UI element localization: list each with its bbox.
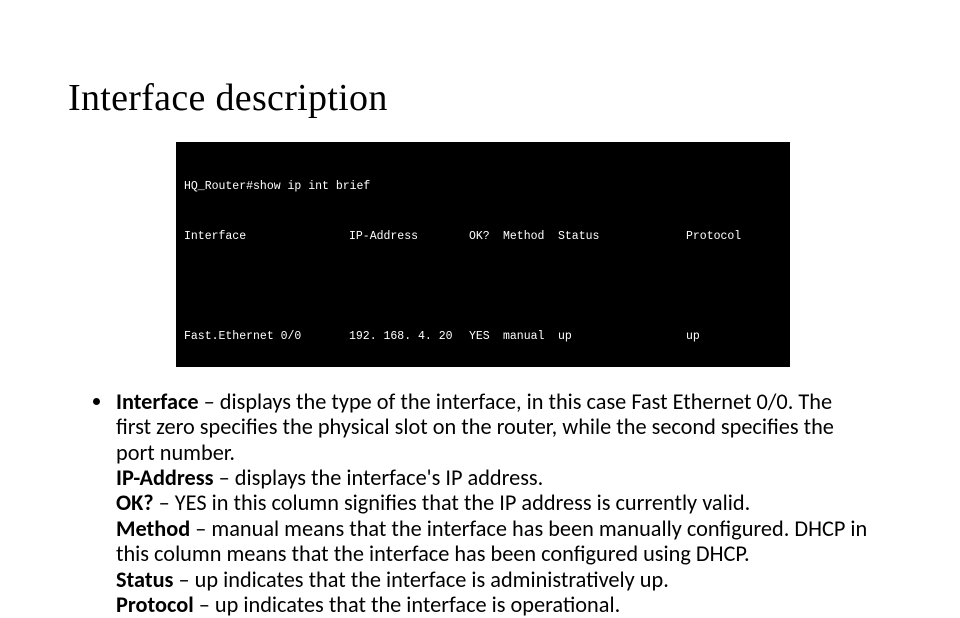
definition-line: Protocol – up indicates that the interfa… bbox=[116, 592, 872, 617]
definition-term: Method bbox=[116, 515, 190, 542]
definitions-block: Interface – displays the type of the int… bbox=[82, 389, 872, 618]
definition-line: Method – manual means that the interface… bbox=[116, 516, 872, 567]
definition-desc: – manual means that the interface has be… bbox=[116, 515, 867, 567]
cell-ip: 192. 168. 4. 20 bbox=[349, 329, 469, 346]
terminal-blank-line bbox=[184, 279, 782, 296]
col-ok: OK? bbox=[469, 229, 503, 246]
definition-line: Status – up indicates that the interface… bbox=[116, 567, 872, 592]
terminal-output: HQ_Router#show ip int brief Interface IP… bbox=[176, 142, 790, 367]
cell-status: up bbox=[558, 329, 686, 346]
cell-method: manual bbox=[503, 329, 558, 346]
definition-desc: – up indicates that the interface is ope… bbox=[194, 591, 621, 618]
definition-desc: – YES in this column signifies that the … bbox=[154, 489, 751, 516]
cell-protocol: up bbox=[686, 329, 782, 346]
definition-term: IP-Address bbox=[116, 464, 214, 491]
col-status: Status bbox=[558, 229, 686, 246]
terminal-command-line: HQ_Router#show ip int brief bbox=[184, 179, 782, 196]
cell-interface: Fast.Ethernet 0/0 bbox=[184, 329, 349, 346]
terminal-prompt: HQ_Router# bbox=[184, 180, 253, 193]
cell-ok: YES bbox=[469, 329, 503, 346]
definition-desc: – displays the type of the interface, in… bbox=[116, 388, 834, 466]
definition-term: OK? bbox=[116, 489, 154, 516]
col-method: Method bbox=[503, 229, 558, 246]
col-interface: Interface bbox=[184, 229, 349, 246]
definition-line: OK? – YES in this column signifies that … bbox=[116, 490, 872, 515]
definition-line: Interface – displays the type of the int… bbox=[116, 389, 872, 465]
terminal-data-row: Fast.Ethernet 0/0 192. 168. 4. 20 YES ma… bbox=[184, 329, 782, 346]
definition-desc: – up indicates that the interface is adm… bbox=[173, 566, 668, 593]
terminal-header-row: Interface IP-Address OK? Method Status P… bbox=[184, 229, 782, 246]
col-protocol: Protocol bbox=[686, 229, 782, 246]
terminal-command: show ip int brief bbox=[253, 180, 370, 193]
definition-term: Protocol bbox=[116, 591, 194, 618]
col-ip: IP-Address bbox=[349, 229, 469, 246]
definitions-list-item: Interface – displays the type of the int… bbox=[114, 389, 872, 618]
definition-desc: – displays the interface's IP address. bbox=[214, 464, 544, 491]
slide-title: Interface description bbox=[68, 76, 894, 120]
definition-term: Status bbox=[116, 566, 173, 593]
definition-term: Interface bbox=[116, 388, 199, 415]
definition-line: IP-Address – displays the interface's IP… bbox=[116, 465, 872, 490]
